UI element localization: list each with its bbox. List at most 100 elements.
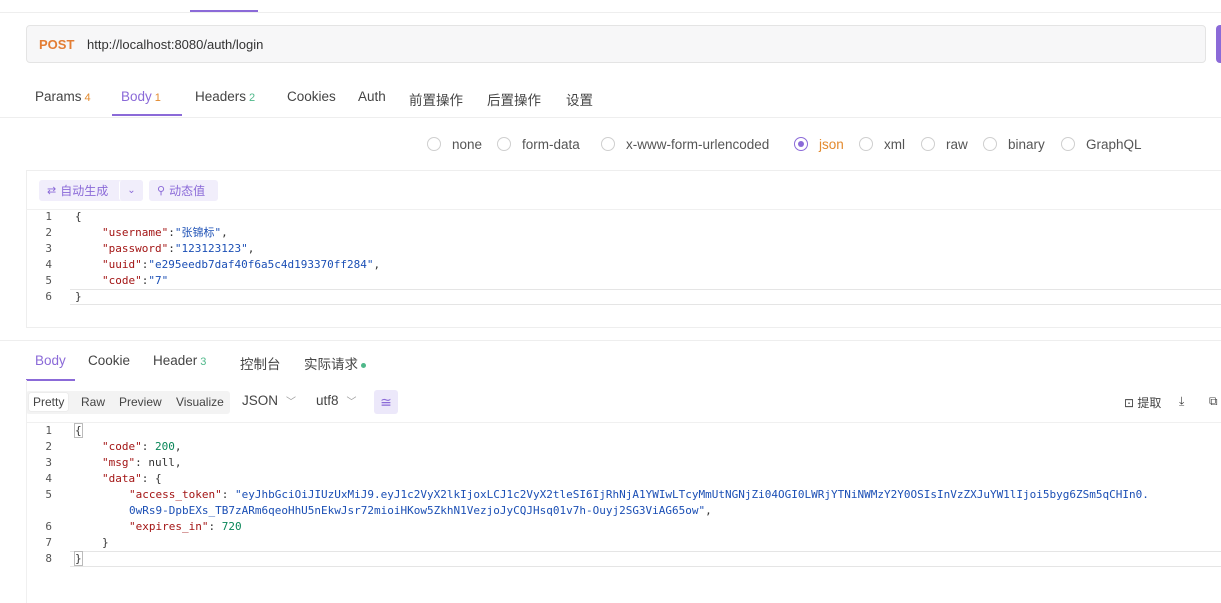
autogen-dropdown-button[interactable]: ⌄ [119,180,143,201]
radio-label: binary [1008,136,1045,152]
dynamic-value-label: 动态值 [169,184,206,198]
send-button[interactable] [1216,25,1221,63]
radio-circle-icon [921,137,935,151]
radio-xml[interactable]: xml [859,135,905,153]
json-key: "username" [102,226,169,239]
section-divider [0,340,1221,341]
line-number: 7 [45,536,52,549]
text-cursor [81,552,83,566]
chevron-down-icon: ﹀ [286,397,297,408]
tab-body[interactable]: Body 1 [121,89,161,104]
radio-form-data[interactable]: form-data [497,135,580,153]
url-input[interactable]: http://localhost:8080/auth/login [87,37,263,52]
tab-headers[interactable]: Headers 2 [195,89,255,104]
copy-button[interactable]: ⧉ [1209,394,1218,409]
json-key: "code" [102,440,142,453]
download-button[interactable]: ⤓ [1179,394,1184,409]
json-value: "eyJhbGciOiJIUzUxMiJ9.eyJ1c2VyX2lkIjoxLC… [234,488,1149,501]
resp-tab-actual-label: 实际请求 [304,357,358,372]
chevron-down-icon: ⌄ [127,185,136,196]
resp-tab-cookie[interactable]: Cookie [88,353,130,368]
json-value: null [148,456,175,469]
radio-circle-icon [1061,137,1075,151]
view-pretty[interactable]: Pretty [29,393,69,411]
radio-circle-icon [601,137,615,151]
json-comma: , [247,242,255,255]
tab-auth[interactable]: Auth [358,89,386,104]
json-value: "e295eedb7daf40f6a5c4d193370ff284" [148,258,374,271]
tab-cookies[interactable]: Cookies [287,89,336,104]
response-code-area[interactable]: 1{ 2 "code": 200, 3 "msg": null, 4 "data": … [26,423,1221,567]
radio-binary[interactable]: binary [983,135,1045,153]
http-method[interactable]: POST [39,37,74,52]
headers-count-badge: 2 [249,92,256,104]
resp-tab-console[interactable]: 控制台 [240,353,281,373]
json-comma: , [221,226,228,239]
json-value-continued: 0wRs9-DpbEXs_TB7zARm6qeoHhU5nEkwJsr72mio… [129,504,706,517]
active-top-tab-indicator [190,10,258,12]
radio-label: x-www-form-urlencoded [626,136,770,152]
url-bar[interactable]: POST http://localhost:8080/auth/login [26,25,1206,63]
radio-label: GraphQL [1086,136,1142,152]
radio-raw[interactable]: raw [921,135,968,153]
resp-tab-actual-request[interactable]: 实际请求 [304,353,366,373]
json-brace: } [75,290,82,303]
tab-params-label: Params [35,89,82,104]
status-dot-icon [361,362,366,368]
line-number: 2 [45,440,52,453]
tab-settings[interactable]: 设置 [566,89,593,109]
json-comma: , [373,258,381,271]
line-number: 5 [45,274,52,287]
request-code-area[interactable]: 1{ 2 "username":"张锦标", 3 "password":"12312… [26,209,1221,305]
code-line: 6} [26,289,1221,305]
json-brace: { [75,210,82,223]
radio-json[interactable]: json [794,135,844,153]
active-tab-underline [112,114,182,116]
line-number: 6 [45,290,52,303]
json-key: "msg" [102,456,136,469]
line-number: 4 [45,472,52,485]
radio-circle-icon [427,137,441,151]
request-tabs: Params 4 Body 1 Headers 2 Cookies Auth 前置操作… [0,80,1221,118]
view-visualize[interactable]: Visualize [176,395,224,409]
json-value: 200 [155,440,175,453]
format-select[interactable]: JSON ﹀ [242,393,296,408]
line-number: 3 [45,242,52,255]
copy-icon: ⧉ [1209,394,1218,408]
line-number: 8 [45,552,52,565]
resp-tab-body[interactable]: Body [35,353,66,368]
json-key: "uuid" [102,258,142,271]
json-key: "password" [102,242,169,255]
encoding-select[interactable]: utf8 ﹀ [316,393,357,408]
json-brace: { [74,423,83,438]
resp-tab-header[interactable]: Header 3 [153,353,206,368]
line-number: 3 [45,456,52,469]
code-line: 1{ [26,209,1221,225]
json-key: "data" [102,472,142,485]
tab-pre-ops[interactable]: 前置操作 [409,89,463,109]
tab-post-ops[interactable]: 后置操作 [487,89,541,109]
line-number: 1 [45,424,52,437]
radio-label: raw [946,136,968,152]
view-raw[interactable]: Raw [81,395,105,409]
code-line: 3 "password":"123123123", [26,241,1221,257]
word-wrap-toggle[interactable]: ≅ [374,390,398,414]
autogen-label: 自动生成 [60,184,109,198]
radio-graphql[interactable]: GraphQL [1061,135,1142,153]
radio-label: json [819,136,844,152]
extract-button[interactable]: ⊡ 提取 [1124,394,1161,411]
encoding-select-value: utf8 [316,393,339,408]
dynamic-value-button[interactable]: ⚲ 动态值 [149,180,218,201]
radio-circle-icon [859,137,873,151]
radio-none[interactable]: none [427,135,482,153]
resp-active-tab-underline [26,379,75,381]
line-number: 6 [45,520,52,533]
code-line: 5 "code":"7" [26,273,1221,289]
download-icon: ⤓ [1179,394,1185,408]
view-preview[interactable]: Preview [119,395,162,409]
line-number: 2 [45,226,52,239]
tab-params[interactable]: Params 4 [35,89,91,104]
body-type-radios: none form-data x-www-form-urlencoded jso… [0,135,1221,155]
json-value: "7" [148,274,169,287]
radio-urlencoded[interactable]: x-www-form-urlencoded [601,135,769,153]
